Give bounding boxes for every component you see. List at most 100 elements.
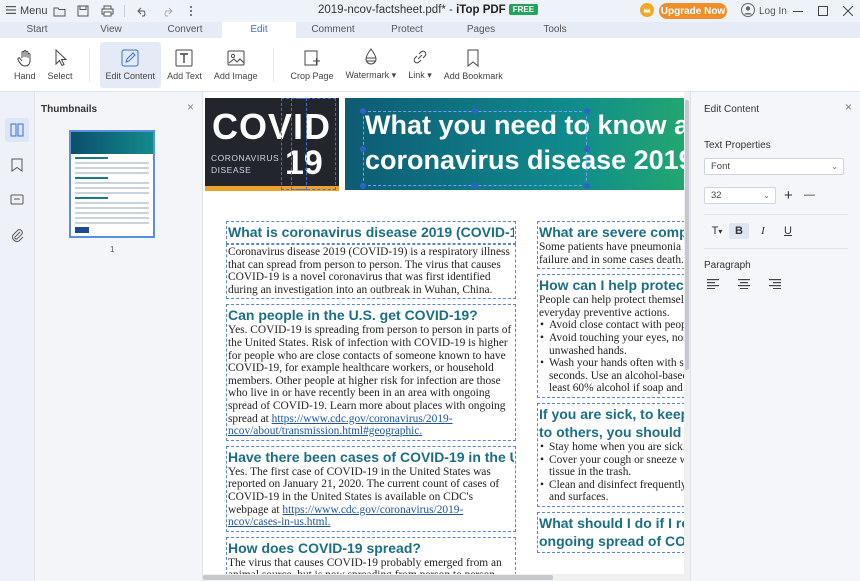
tab-tools[interactable]: Tools: [518, 22, 592, 38]
add-text-label: Add Text: [167, 70, 202, 81]
decrease-size-button[interactable]: —: [804, 189, 815, 201]
toolbar-divider: [88, 47, 90, 82]
align-left-icon[interactable]: [707, 279, 719, 292]
section-heading[interactable]: Can people in the U.S. get COVID-19?: [228, 306, 514, 324]
text-block[interactable]: How can I help protect mysel People can …: [537, 274, 690, 398]
section-heading[interactable]: What are severe complicatio: [539, 223, 688, 241]
font-family-select[interactable]: Font ⌄: [704, 158, 844, 175]
align-center-icon[interactable]: [738, 279, 750, 292]
redo-icon[interactable]: [160, 4, 174, 18]
resize-handle[interactable]: [584, 183, 590, 189]
thumbnails-title: Thumbnails: [41, 104, 98, 115]
covid-logo-block[interactable]: COVID CORONAVIRUS DISEASE 19: [205, 98, 339, 191]
more-icon[interactable]: [184, 4, 198, 18]
attachments-panel-icon[interactable]: [5, 223, 29, 247]
add-bookmark-button[interactable]: Add Bookmark: [438, 42, 509, 88]
open-folder-icon[interactable]: [52, 4, 66, 18]
link-icon: [411, 48, 429, 66]
edit-content-icon: [121, 49, 139, 67]
bullet-item: Avoid close contact with people: [539, 319, 690, 332]
italic-button[interactable]: I: [753, 223, 773, 239]
chevron-down-icon: ⌄: [763, 191, 770, 200]
resize-handle[interactable]: [584, 146, 590, 152]
horizontal-scrollbar[interactable]: [203, 574, 684, 581]
edit-toolbar: Hand Select Edit Content Add Text Add Im…: [0, 38, 860, 92]
text-block[interactable]: Have there been cases of COVID-19 in the…: [226, 445, 516, 532]
scrollbar-thumb[interactable]: [203, 575, 553, 580]
tab-protect[interactable]: Protect: [370, 22, 444, 38]
right-text-column: What are severe complicatio Some patient…: [537, 221, 690, 558]
text-block[interactable]: If you are sick, to keep from s to other…: [537, 402, 690, 507]
bookmarks-panel-icon[interactable]: [5, 153, 29, 177]
minimize-icon[interactable]: [785, 0, 810, 22]
hand-tool-button[interactable]: Hand: [8, 42, 42, 88]
bold-button[interactable]: B: [729, 223, 749, 239]
thumbnails-panel-icon[interactable]: [5, 118, 29, 142]
page-thumbnail[interactable]: [69, 130, 155, 238]
tab-edit[interactable]: Edit: [222, 22, 296, 38]
underline-button[interactable]: U: [778, 223, 798, 239]
section-heading[interactable]: How does COVID-19 spread?: [228, 539, 514, 557]
tab-start[interactable]: Start: [0, 22, 74, 38]
logo-selection-box[interactable]: [281, 98, 336, 190]
close-panel-icon[interactable]: ×: [845, 100, 852, 114]
section-paragraph[interactable]: Yes. COVID-19 is spreading from person t…: [228, 324, 514, 437]
edit-content-label: Edit Content: [105, 70, 156, 81]
text-block[interactable]: What are severe complicatio Some patient…: [537, 221, 690, 270]
section-heading[interactable]: Have there been cases of COVID-19 in the…: [228, 448, 514, 466]
link-label: Link ▾: [408, 70, 432, 80]
print-icon[interactable]: [100, 4, 114, 18]
login-button[interactable]: Log In: [741, 3, 787, 20]
crop-page-button[interactable]: Crop Page: [284, 42, 339, 88]
tab-pages[interactable]: Pages: [444, 22, 518, 38]
text-style-dropdown[interactable]: T ▾: [704, 223, 730, 239]
logo-selection-box-inner[interactable]: [291, 98, 307, 190]
resize-handle[interactable]: [472, 108, 478, 114]
close-window-icon[interactable]: [835, 0, 860, 22]
font-size-select[interactable]: 32 ⌄: [704, 187, 776, 204]
text-block[interactable]: Can people in the U.S. get COVID-19? Yes…: [226, 304, 516, 441]
section-heading[interactable]: How can I help protect mysel: [539, 276, 688, 294]
bullet-item: Stay home when you are sick.: [539, 441, 688, 454]
link-button[interactable]: Link ▾: [402, 42, 438, 88]
upgrade-now-button[interactable]: Upgrade Now: [659, 3, 727, 19]
add-bookmark-label: Add Bookmark: [443, 70, 503, 81]
comments-panel-icon[interactable]: [5, 188, 29, 212]
document-canvas[interactable]: COVID CORONAVIRUS DISEASE 19 What you ne…: [203, 92, 690, 581]
edit-content-button[interactable]: Edit Content: [99, 41, 162, 88]
add-text-button[interactable]: Add Text: [161, 42, 208, 88]
resize-handle[interactable]: [360, 108, 366, 114]
separator-icon: [124, 4, 126, 18]
resize-handle[interactable]: [360, 146, 366, 152]
watermark-icon: [362, 48, 380, 66]
watermark-button[interactable]: Watermark ▾: [339, 42, 402, 88]
maximize-icon[interactable]: [810, 0, 835, 22]
tab-comment[interactable]: Comment: [296, 22, 370, 38]
text-block[interactable]: What should I do if I recently ongoing s…: [537, 511, 690, 553]
title-selection-box[interactable]: [363, 111, 587, 186]
section-heading[interactable]: What is coronavirus disease 2019 (COVID-…: [228, 223, 514, 241]
section-paragraph[interactable]: Yes. The first case of COVID-19 in the U…: [228, 466, 514, 529]
tab-view[interactable]: View: [74, 22, 148, 38]
undo-icon[interactable]: [136, 4, 150, 18]
tab-convert[interactable]: Convert: [148, 22, 222, 38]
section-heading[interactable]: What should I do if I recently: [539, 514, 688, 532]
section-paragraph[interactable]: Coronavirus disease 2019 (COVID-19) is a…: [228, 246, 514, 296]
select-tool-button[interactable]: Select: [42, 42, 79, 88]
scrollbar-thumb[interactable]: [685, 100, 689, 370]
close-thumbnails-icon[interactable]: ×: [187, 100, 194, 114]
text-block[interactable]: Coronavirus disease 2019 (COVID-19) is a…: [226, 244, 516, 300]
text-block[interactable]: What is coronavirus disease 2019 (COVID-…: [226, 221, 516, 244]
hamburger-icon: [6, 5, 16, 17]
crown-icon: [640, 3, 654, 20]
resize-handle[interactable]: [584, 108, 590, 114]
increase-size-button[interactable]: +: [784, 187, 793, 204]
menu-button[interactable]: Menu: [0, 5, 48, 17]
align-right-icon[interactable]: [769, 279, 781, 292]
save-icon[interactable]: [76, 4, 90, 18]
section-heading[interactable]: If you are sick, to keep from s: [539, 405, 688, 423]
resize-handle[interactable]: [472, 183, 478, 189]
resize-handle[interactable]: [360, 183, 366, 189]
add-image-button[interactable]: Add Image: [208, 42, 264, 88]
panel-title: Edit Content: [704, 104, 760, 115]
